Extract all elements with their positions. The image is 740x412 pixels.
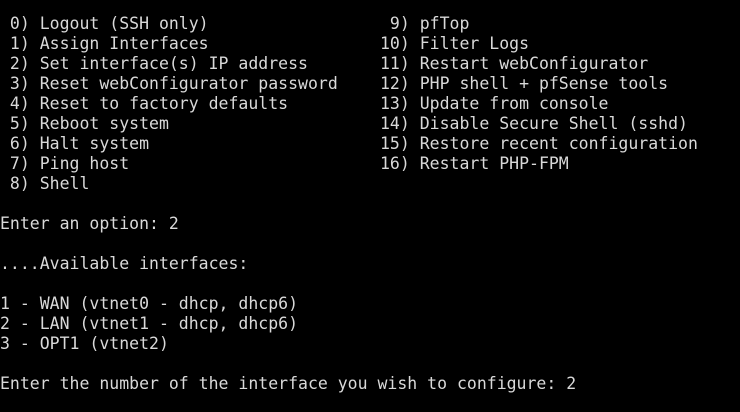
- interface-line-opt1: 3 - OPT1 (vtnet2): [0, 334, 169, 353]
- console-session: Enter an option: 2 ....Available interfa…: [0, 214, 740, 394]
- menu-item-reset-webconfigurator-password: 3) Reset webConfigurator password: [0, 74, 338, 93]
- menu-item-php-shell: 12) PHP shell + pfSense tools: [380, 74, 669, 93]
- menu-item-set-interface-ip: 2) Set interface(s) IP address: [0, 54, 308, 73]
- menu-item-filter-logs: 10) Filter Logs: [380, 34, 530, 53]
- menu-item-reboot-system: 5) Reboot system: [0, 114, 169, 133]
- menu-item-logout: 0) Logout (SSH only): [0, 14, 209, 33]
- menu-item-halt-system: 6) Halt system: [0, 134, 150, 153]
- option-prompt: Enter an option: 2: [0, 214, 179, 233]
- menu-column-left: 0) Logout (SSH only) 1) Assign Interface…: [0, 14, 370, 194]
- menu-item-assign-interfaces: 1) Assign Interfaces: [0, 34, 209, 53]
- console-menu: 0) Logout (SSH only) 1) Assign Interface…: [0, 14, 740, 194]
- configure-interface-prompt[interactable]: Enter the number of the interface you wi…: [0, 374, 740, 394]
- available-interfaces-header: ....Available interfaces:: [0, 254, 249, 273]
- menu-item-restart-php-fpm: 16) Restart PHP-FPM: [380, 154, 569, 173]
- menu-item-disable-sshd: 14) Disable Secure Shell (sshd): [380, 114, 688, 133]
- menu-item-shell: 8) Shell: [0, 174, 90, 193]
- menu-item-update-from-console: 13) Update from console: [380, 94, 609, 113]
- menu-column-right: 9) pfTop 10) Filter Logs 11) Restart web…: [380, 14, 740, 174]
- menu-item-reset-factory-defaults: 4) Reset to factory defaults: [0, 94, 289, 113]
- menu-item-restore-configuration: 15) Restore recent configuration: [380, 134, 698, 153]
- interface-line-wan: 1 - WAN (vtnet0 - dhcp, dhcp6): [0, 294, 299, 313]
- menu-item-pftop: 9) pfTop: [380, 14, 470, 33]
- interface-line-lan: 2 - LAN (vtnet1 - dhcp, dhcp6): [0, 314, 299, 333]
- menu-item-ping-host: 7) Ping host: [0, 154, 130, 173]
- menu-item-restart-webconfigurator: 11) Restart webConfigurator: [380, 54, 649, 73]
- terminal-window[interactable]: 0) Logout (SSH only) 1) Assign Interface…: [0, 0, 740, 412]
